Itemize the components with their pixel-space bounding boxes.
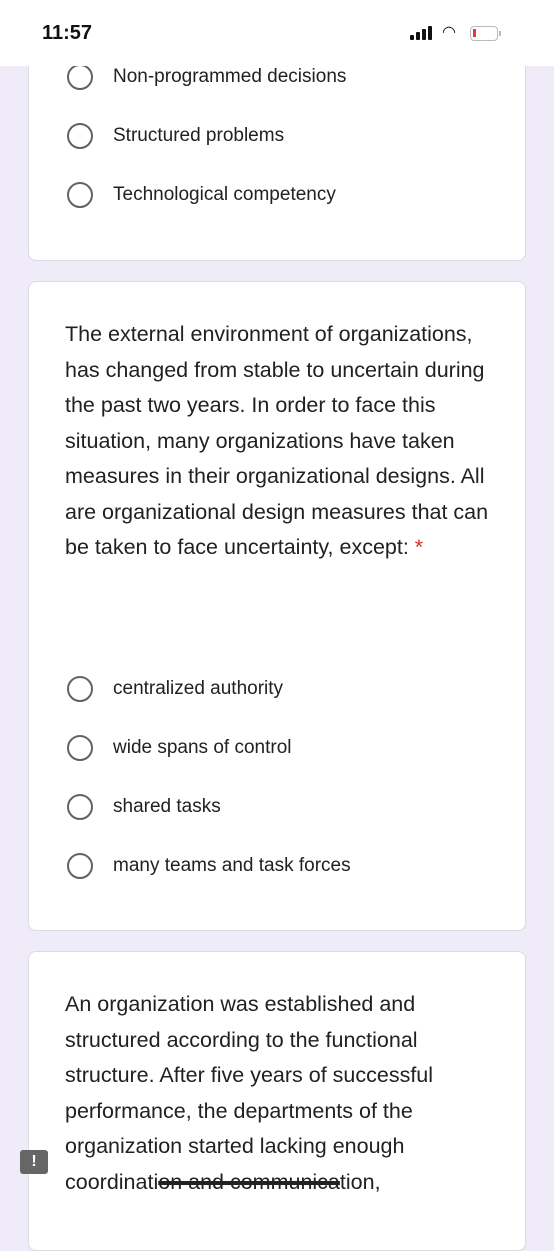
question-text: The external environment of organization… [65, 322, 489, 559]
radio-icon[interactable] [67, 123, 93, 149]
required-asterisk: * [414, 535, 424, 559]
option-teams[interactable]: many teams and task forces [67, 853, 351, 879]
status-bar: 11:57 ◠ [0, 0, 554, 66]
signal-icon [410, 26, 432, 40]
radio-icon[interactable] [67, 64, 93, 90]
question-card-3: An organization was established and stru… [28, 951, 526, 1251]
option-non-programmed[interactable]: Non-programmed decisions [67, 64, 346, 90]
option-technological[interactable]: Technological competency [67, 182, 336, 208]
radio-icon[interactable] [67, 853, 93, 879]
option-centralized[interactable]: centralized authority [67, 676, 283, 702]
battery-icon [470, 26, 501, 41]
radio-icon[interactable] [67, 676, 93, 702]
question-text: An organization was established and stru… [65, 992, 434, 1194]
option-structured[interactable]: Structured problems [67, 123, 284, 149]
feedback-icon[interactable]: ! [20, 1150, 48, 1174]
option-wide-spans[interactable]: wide spans of control [67, 735, 292, 761]
option-shared-tasks[interactable]: shared tasks [67, 794, 221, 820]
radio-icon[interactable] [67, 794, 93, 820]
clock: 11:57 [42, 22, 93, 44]
radio-icon[interactable] [67, 735, 93, 761]
question-card-2: The external environment of organization… [28, 281, 526, 931]
radio-icon[interactable] [67, 182, 93, 208]
wifi-icon: ◠ [442, 24, 456, 41]
